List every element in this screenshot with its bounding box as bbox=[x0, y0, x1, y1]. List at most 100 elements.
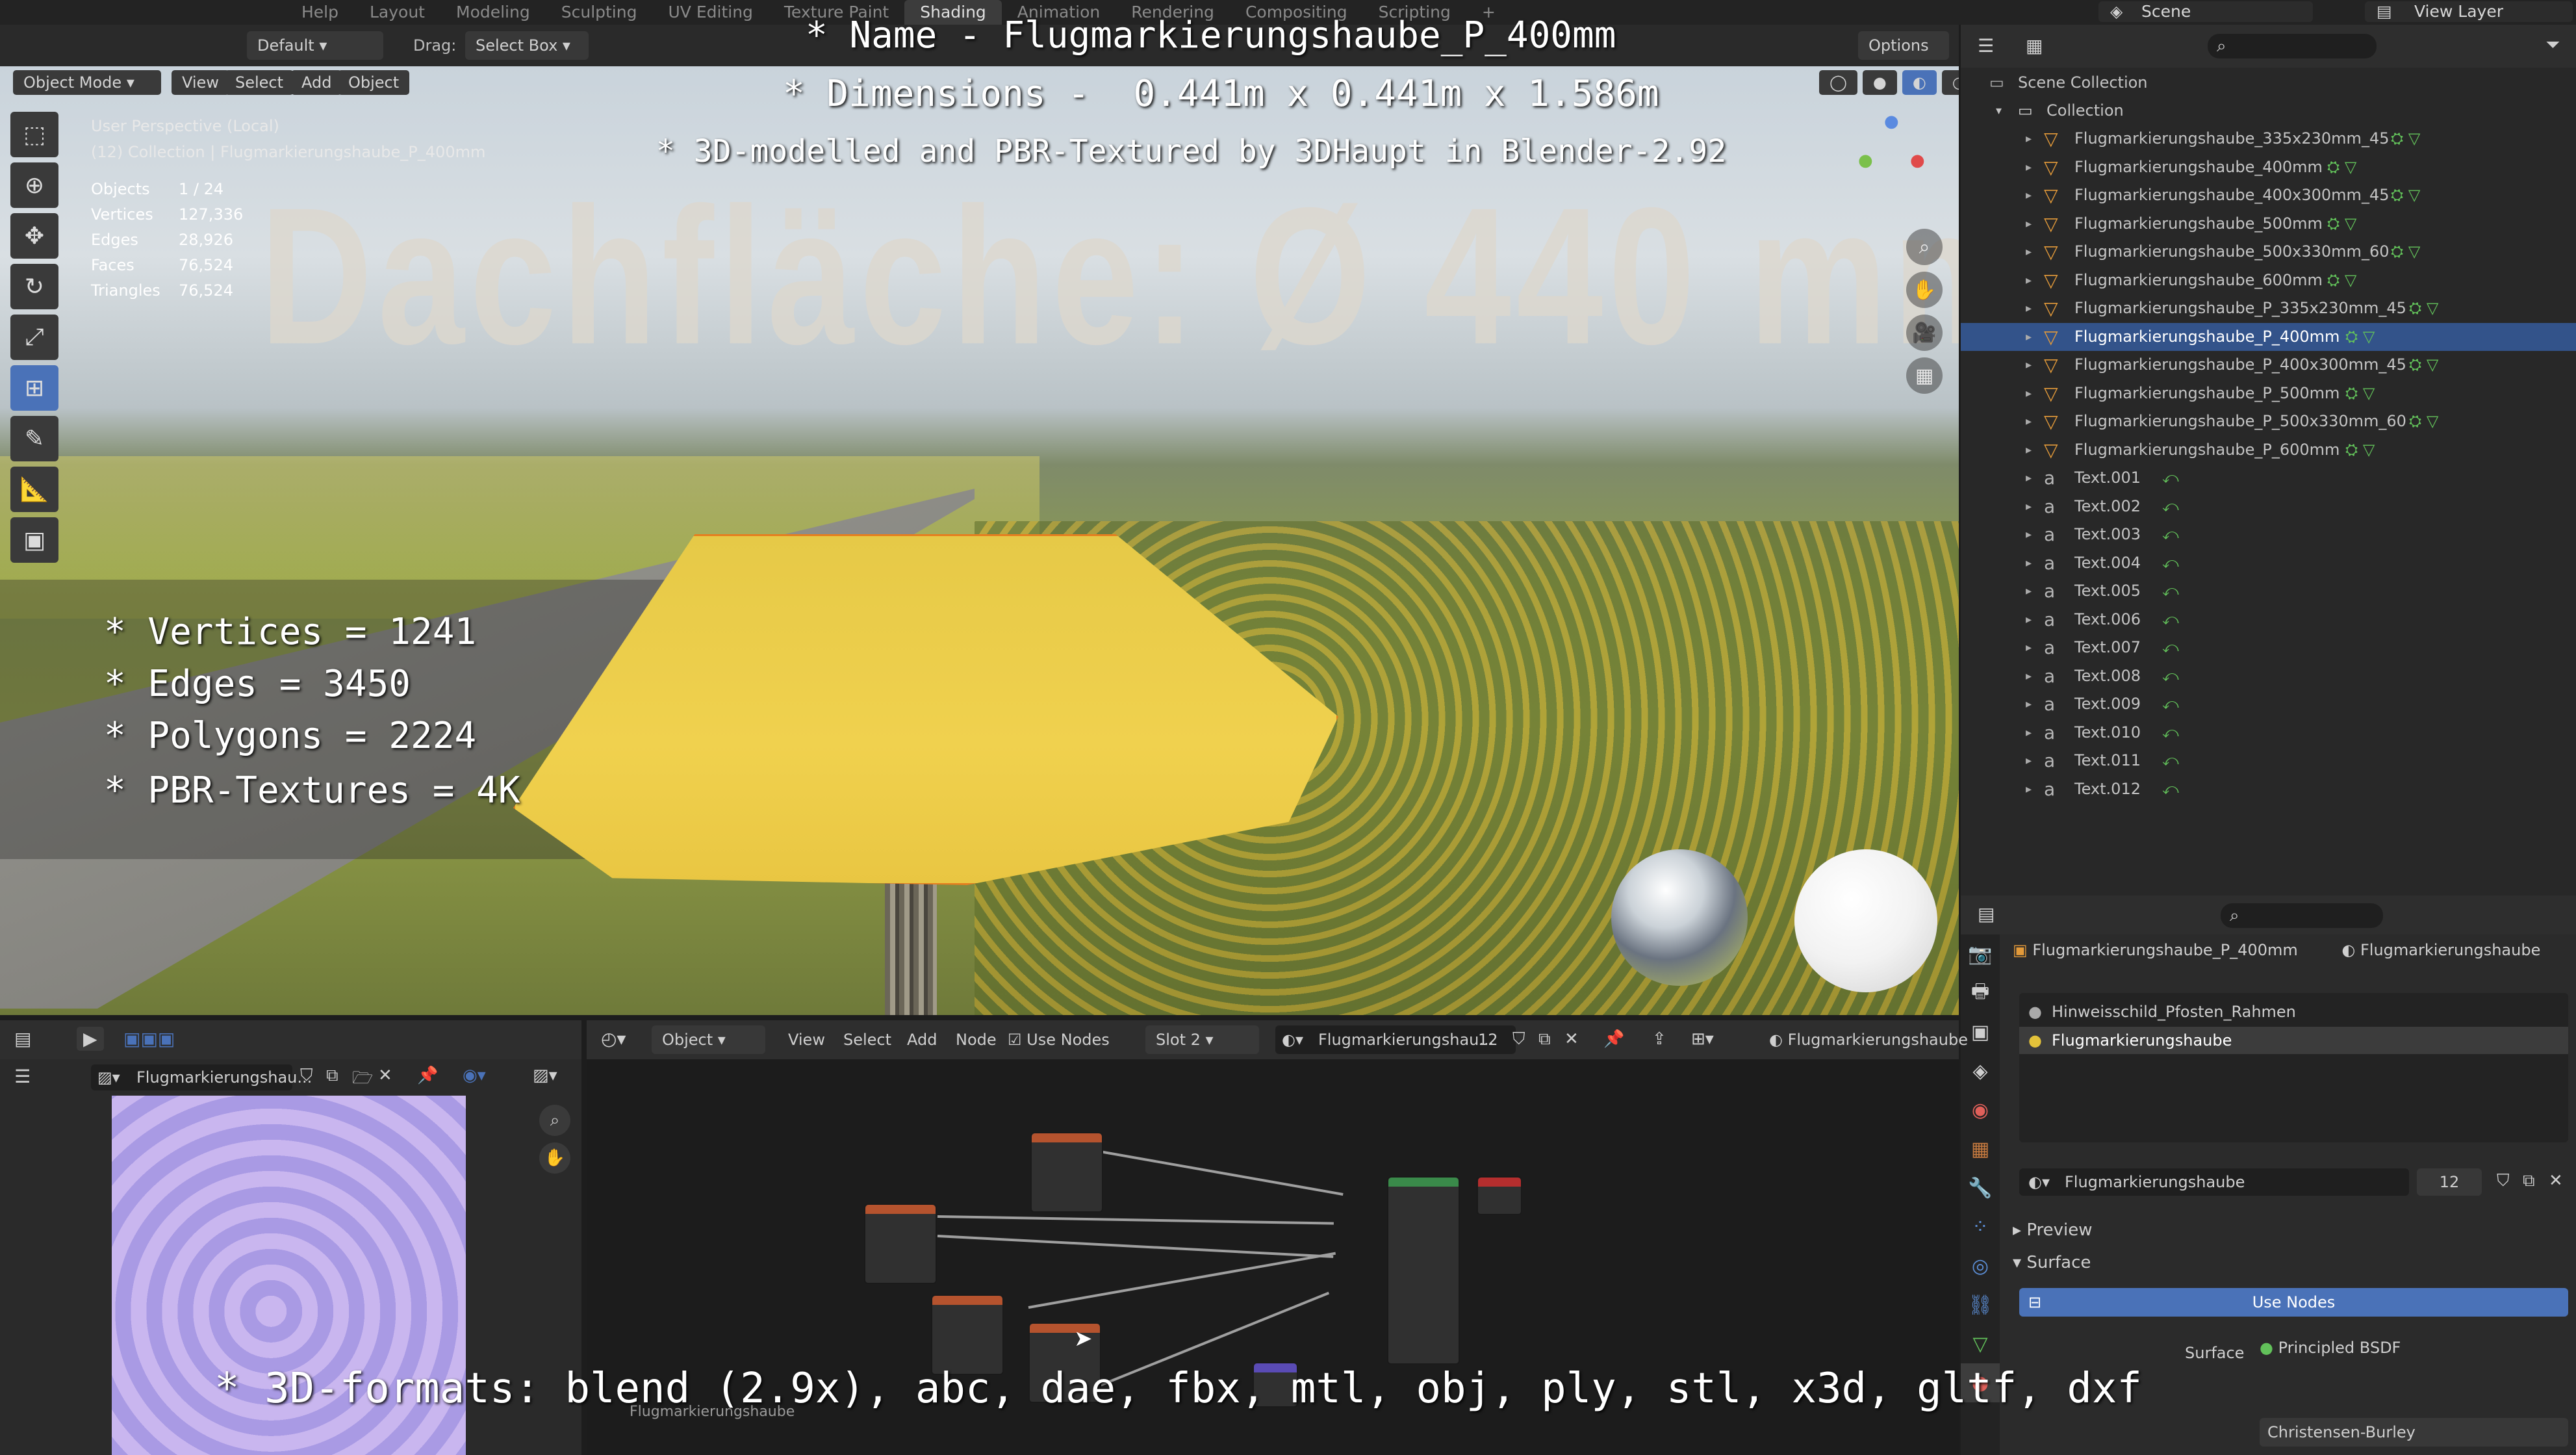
properties-type-icon[interactable]: ▤ bbox=[1978, 903, 1995, 925]
scene-tab-icon[interactable]: ◈ bbox=[1961, 1051, 2000, 1090]
preview-panel-header[interactable]: ▸ Preview bbox=[2013, 1220, 2093, 1240]
text-data-icon[interactable]: ⤺ bbox=[2162, 521, 2179, 548]
outliner-item[interactable]: ▸ ▽ Flugmarkierungshaube_P_400x300mm_45 ⛭ ▽ bbox=[1961, 351, 2576, 379]
chevron-right-icon[interactable]: ▸ bbox=[2026, 549, 2032, 577]
pan-hand-icon[interactable]: ✋ bbox=[539, 1142, 570, 1174]
node-menu-select[interactable]: Select bbox=[843, 1031, 891, 1049]
solid-shading-icon[interactable]: ● bbox=[1862, 70, 1897, 95]
viewport-menu-object[interactable]: Object bbox=[338, 70, 410, 95]
editor-type-icon[interactable]: ▤ bbox=[14, 1028, 31, 1049]
node-menu-node[interactable]: Node bbox=[956, 1031, 997, 1049]
image-texture-node[interactable] bbox=[931, 1294, 1004, 1375]
mode-dropdown[interactable]: Object Mode ▾ bbox=[13, 70, 161, 95]
select-tool-icon[interactable]: ▶ bbox=[77, 1027, 104, 1051]
chevron-right-icon[interactable]: ▸ bbox=[2026, 719, 2032, 747]
principled-bsdf-node[interactable] bbox=[1387, 1176, 1460, 1365]
chevron-down-icon[interactable]: ▾ bbox=[1996, 97, 2002, 125]
scale-tool-icon[interactable]: ⤢ bbox=[10, 315, 58, 360]
menu-hamburger-icon[interactable]: ☰ bbox=[14, 1066, 31, 1087]
outliner-item[interactable]: ▸ ▽ Flugmarkierungshaube_P_500x330mm_60 ⛭ ▽ bbox=[1961, 407, 2576, 435]
scene-selector[interactable]: ◈ Scene bbox=[2098, 1, 2313, 22]
unlink-close-icon[interactable]: ✕ bbox=[2549, 1171, 2563, 1191]
chevron-right-icon[interactable]: ▸ bbox=[2026, 125, 2032, 153]
mesh-data-icon[interactable]: ⛭ ▽ bbox=[2409, 351, 2438, 379]
snap-icon[interactable]: ⊞▾ bbox=[1691, 1029, 1714, 1049]
outliner-item[interactable]: ▸ ▽ Flugmarkierungshaube_P_500mm ⛭ ▽ bbox=[1961, 380, 2576, 407]
chevron-right-icon[interactable]: ▸ bbox=[2026, 521, 2032, 548]
chevron-right-icon[interactable]: ▸ bbox=[2026, 493, 2032, 521]
material-slot-item-active[interactable]: ● Flugmarkierungshaube bbox=[2019, 1027, 2568, 1054]
outliner-item[interactable]: ▸ a Text.009 ⤺ bbox=[1961, 690, 2576, 718]
outliner-item[interactable]: ▸ ▽ Flugmarkierungshaube_600mm ⛭ ▽ bbox=[1961, 266, 2576, 294]
chevron-right-icon[interactable]: ▸ bbox=[2026, 294, 2032, 322]
mesh-data-icon[interactable]: ⛭ ▽ bbox=[2327, 210, 2356, 238]
select-tool-icon[interactable]: ⬚ bbox=[10, 112, 58, 157]
outliner-item[interactable]: ▸ ▽ Flugmarkierungshaube_500x330mm_60 ⛭ ▽ bbox=[1961, 238, 2576, 266]
outliner-item[interactable]: ▸ ▽ Flugmarkierungshaube_400x300mm_45 ⛭ ▽ bbox=[1961, 181, 2576, 209]
text-data-icon[interactable]: ⤺ bbox=[2162, 690, 2179, 718]
text-data-icon[interactable]: ⤺ bbox=[2162, 549, 2179, 577]
ortho-grid-icon[interactable]: ▦ bbox=[1906, 357, 1943, 394]
outliner-item[interactable]: ▸ a Text.011 ⤺ bbox=[1961, 747, 2576, 775]
image-datablock-field[interactable]: ▨▾ Flugmarkierungshau... bbox=[91, 1064, 312, 1090]
tab-uv-editing[interactable]: UV Editing bbox=[652, 0, 768, 25]
text-data-icon[interactable]: ⤺ bbox=[2162, 775, 2179, 803]
text-data-icon[interactable]: ⤺ bbox=[2162, 747, 2179, 775]
mesh-data-icon[interactable]: ⛭ ▽ bbox=[2345, 380, 2375, 407]
open-image-icon[interactable]: 🗁 bbox=[352, 1066, 373, 1094]
chevron-right-icon[interactable]: ▸ bbox=[2026, 775, 2032, 803]
mesh-data-icon[interactable]: ⛭ ▽ bbox=[2327, 266, 2356, 294]
rendered-shading-icon[interactable]: ◑ bbox=[1941, 70, 1959, 95]
add-cube-tool-icon[interactable]: ▣ bbox=[10, 517, 58, 563]
outliner-item[interactable]: ▸ a Text.006 ⤺ bbox=[1961, 606, 2576, 634]
editor-type-icon[interactable]: ☰ bbox=[1978, 35, 1994, 57]
text-data-icon[interactable]: ⤺ bbox=[2162, 606, 2179, 634]
display-mode-icon[interactable]: ▦ bbox=[2026, 35, 2043, 57]
chevron-right-icon[interactable]: ▸ bbox=[2026, 323, 2032, 351]
3d-viewport[interactable]: Dachfläche: Ø 440 mm Object Mode ▾ View … bbox=[0, 66, 1959, 1015]
object-tab-icon[interactable]: ▦ bbox=[1961, 1129, 2000, 1168]
chevron-right-icon[interactable]: ▸ bbox=[2026, 634, 2032, 662]
node-menu-view[interactable]: View bbox=[788, 1031, 825, 1049]
outliner-item[interactable]: ▸ a Text.007 ⤺ bbox=[1961, 634, 2576, 662]
text-data-icon[interactable]: ⤺ bbox=[2162, 577, 2179, 605]
world-tab-icon[interactable]: ◉ bbox=[1961, 1090, 2000, 1129]
tab-layout[interactable]: Layout bbox=[354, 0, 440, 25]
outliner-scene-collection[interactable]: ▭ Scene Collection bbox=[1961, 69, 2576, 97]
mesh-data-icon[interactable]: ⛭ ▽ bbox=[2391, 238, 2420, 266]
pin-icon[interactable]: 📌 bbox=[1603, 1029, 1624, 1049]
data-tab-icon[interactable]: ▽ bbox=[1961, 1324, 2000, 1363]
filter-icon[interactable]: ⏷ bbox=[2545, 34, 2560, 56]
chevron-right-icon[interactable]: ▸ bbox=[2026, 266, 2032, 294]
material-slot-item[interactable]: ● Hinweisschild_Pfosten_Rahmen bbox=[2019, 998, 2568, 1025]
material-shading-icon[interactable]: ◐ bbox=[1902, 70, 1937, 95]
zoom-icon[interactable]: ⌕ bbox=[539, 1105, 570, 1136]
chevron-right-icon[interactable]: ▸ bbox=[2026, 380, 2032, 407]
material-datablock-field[interactable]: ◐▾ Flugmarkierungshaube bbox=[2019, 1168, 2409, 1196]
view-mode-icon[interactable]: ▨▾ bbox=[533, 1066, 557, 1085]
fake-user-shield-icon[interactable]: ⛉ bbox=[1512, 1029, 1525, 1049]
text-data-icon[interactable]: ⤺ bbox=[2162, 634, 2179, 662]
outliner-item[interactable]: ▸ a Text.001 ⤺ bbox=[1961, 464, 2576, 492]
node-material-users[interactable]: 12 bbox=[1478, 1031, 1498, 1049]
outliner-item[interactable]: ▸ ▽ Flugmarkierungshaube_335x230mm_45 ⛭ ▽ bbox=[1961, 125, 2576, 153]
parent-node-tree-icon[interactable]: ⇪ bbox=[1652, 1029, 1666, 1049]
viewport-menu-add[interactable]: Add bbox=[291, 70, 342, 95]
editor-type-icon[interactable]: ◴▾ bbox=[601, 1028, 626, 1049]
outliner-item[interactable]: ▸ a Text.002 ⤺ bbox=[1961, 493, 2576, 521]
outliner-search-input[interactable]: ⌕ bbox=[2208, 34, 2377, 58]
use-nodes-checkbox[interactable]: ☑ Use Nodes bbox=[1008, 1031, 1110, 1049]
material-user-count[interactable]: 12 bbox=[2417, 1168, 2482, 1196]
mesh-data-icon[interactable]: ⛭ ▽ bbox=[2327, 153, 2356, 181]
annotate-tool-icon[interactable]: ✎ bbox=[10, 416, 58, 461]
chevron-right-icon[interactable]: ▸ bbox=[2026, 436, 2032, 464]
outliner-item[interactable]: ▸ ▽ Flugmarkierungshaube_400mm ⛭ ▽ bbox=[1961, 153, 2576, 181]
help-menu[interactable]: Help bbox=[286, 0, 354, 25]
image-texture-node[interactable] bbox=[1030, 1132, 1103, 1213]
text-data-icon[interactable]: ⤺ bbox=[2162, 662, 2179, 690]
duplicate-icon[interactable]: ⧉ bbox=[2523, 1171, 2535, 1191]
modifier-tab-icon[interactable]: 🔧 bbox=[1961, 1168, 2000, 1207]
navigation-gizmo[interactable]: ● ● ● bbox=[1852, 112, 1930, 190]
viewport-menu-view[interactable]: View bbox=[172, 70, 229, 95]
close-icon[interactable]: ✕ bbox=[1564, 1029, 1579, 1049]
